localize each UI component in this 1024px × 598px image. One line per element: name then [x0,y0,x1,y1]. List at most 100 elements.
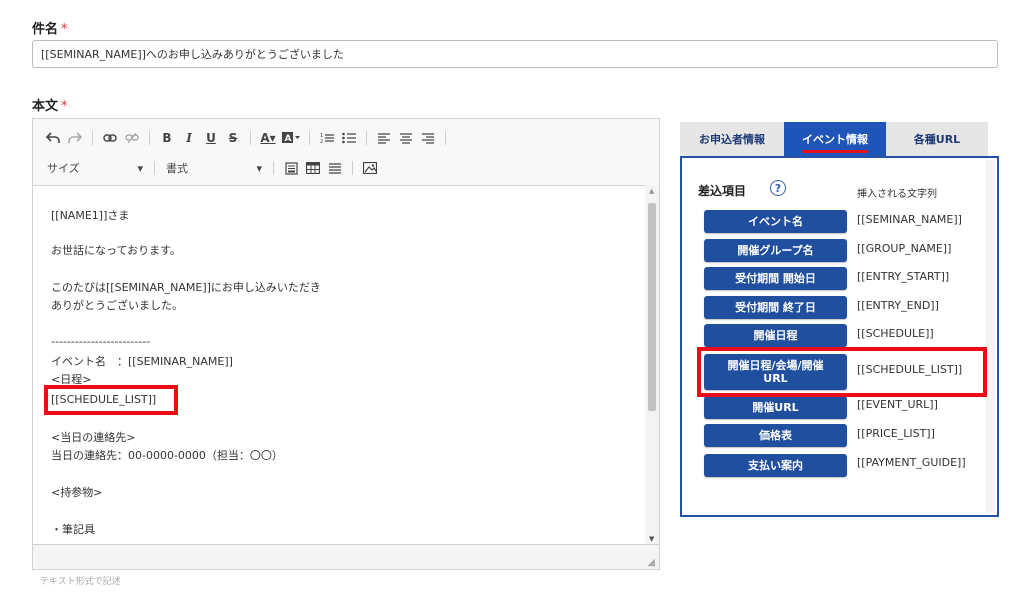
resize-handle-icon[interactable]: ◢ [647,557,655,568]
toolbar-separator [309,131,310,145]
body-line: ------------------------- [51,335,151,348]
svg-text:2: 2 [320,139,323,144]
link-icon[interactable] [100,128,120,148]
subject-label-text: 件名 [32,22,59,37]
tab-label: イベント情報 [802,133,868,146]
body-label-text: 本文 [32,99,59,114]
redo-icon[interactable] [65,128,85,148]
variable-button-label: 受付期間 開始日 [735,272,816,285]
bold-icon[interactable]: B [157,128,177,148]
align-center-icon[interactable] [396,128,416,148]
text-color-icon[interactable]: A▾ [258,128,278,148]
panel-scrollbar[interactable] [986,160,995,513]
body-line: このたびは[[SEMINAR_NAME]]にお申し込みいただき [51,281,321,294]
toolbar-separator [445,131,446,145]
tab-applicant-info[interactable]: お申込者情報 [680,122,784,156]
variable-button-label: 受付期間 終了日 [735,301,816,314]
insert-price-list-button[interactable]: 価格表 [704,424,847,447]
body-line: 当日の連絡先：00-0000-0000（担当：〇〇） [51,449,283,462]
highlight-box [44,385,178,415]
variable-value: [[ENTRY_END]] [857,299,939,312]
toolbar-separator [149,131,150,145]
body-line: <持参物> [51,486,103,499]
scrollbar-thumb[interactable] [648,203,656,411]
variable-tabs: お申込者情報 イベント情報 各種URL [680,122,988,156]
editor-scrollbar[interactable]: ▲ ▼ [645,185,659,545]
toolbar-separator [92,131,93,145]
svg-text:A: A [285,134,292,144]
body-line: [[NAME1]]さま [51,209,130,222]
editor-content[interactable]: [[NAME1]]さま お世話になっております。 このたびは[[SEMINAR_… [33,185,645,545]
insert-entry-start-button[interactable]: 受付期間 開始日 [704,267,847,290]
required-mark: * [61,99,68,114]
toolbar-separator [273,161,274,175]
font-size-label: サイズ [47,162,80,175]
strikethrough-icon[interactable]: S [223,128,243,148]
image-icon[interactable] [360,158,380,178]
align-left-icon[interactable] [374,128,394,148]
variable-value: [[GROUP_NAME]] [857,242,952,255]
chevron-down-icon: ▾ [256,161,262,175]
editor-toolbar: B I U S A▾ A 12 サイズ ▾ 書式 ▾ [33,119,659,186]
format-select[interactable]: 書式 ▾ [162,158,266,178]
insert-payment-guide-button[interactable]: 支払い案内 [704,454,847,477]
toolbar-row-1: B I U S A▾ A 12 [43,127,451,149]
subject-input[interactable] [32,40,998,68]
scroll-down-icon[interactable]: ▼ [649,535,654,543]
numbered-list-icon[interactable]: 12 [317,128,337,148]
bulleted-list-icon[interactable] [339,128,359,148]
insert-event-name-button[interactable]: イベント名 [704,210,847,233]
variable-button-label: イベント名 [748,215,803,228]
scroll-up-icon[interactable]: ▲ [649,187,654,195]
align-right-icon[interactable] [418,128,438,148]
italic-icon[interactable]: I [179,128,199,148]
insert-group-name-button[interactable]: 開催グループ名 [704,239,847,262]
tab-event-info[interactable]: イベント情報 [784,122,886,156]
highlight-box [697,347,987,397]
horizontal-line-icon[interactable] [325,158,345,178]
body-line: イベント名 ：[[SEMINAR_NAME]] [51,355,233,368]
table-icon[interactable] [303,158,323,178]
chevron-down-icon: ▾ [137,161,143,175]
variable-button-label: 開催URL [752,401,799,414]
variable-value: [[PRICE_LIST]] [857,427,935,440]
underline-icon[interactable]: U [201,128,221,148]
required-mark: * [61,22,68,37]
tab-urls[interactable]: 各種URL [886,122,988,156]
insert-event-url-button[interactable]: 開催URL [704,396,847,419]
variable-button-label: 開催日程 [753,329,798,342]
body-line: お世話になっております。 [51,244,182,257]
undo-icon[interactable] [43,128,63,148]
body-line: ・筆記具 [51,523,95,536]
toolbar-separator [352,161,353,175]
format-hint: テキスト形式で記述 [40,577,121,587]
variable-value: [[EVENT_URL]] [857,398,938,411]
toolbar-separator [154,161,155,175]
format-label: 書式 [166,162,188,175]
variable-button-label: 開催グループ名 [737,244,814,257]
variable-value: [[ENTRY_START]] [857,270,950,283]
body-label: 本文 * [32,95,68,114]
toolbar-separator [366,131,367,145]
insert-schedule-button[interactable]: 開催日程 [704,324,847,347]
font-size-select[interactable]: サイズ ▾ [43,158,147,178]
tab-label: 各種URL [913,133,961,146]
background-color-icon[interactable]: A [280,128,302,148]
body-line: ありがとうございました。 [51,299,183,312]
tab-label: お申込者情報 [699,133,765,146]
variable-value: [[SCHEDULE]] [857,327,934,340]
variables-heading: 差込項目 [698,184,747,198]
variable-value: [[SEMINAR_NAME]] [857,213,962,226]
editor-statusbar: ◢ [33,544,659,569]
active-tab-underline [802,150,868,153]
question-circle-icon[interactable]: ? [770,180,786,196]
toolbar-row-2: サイズ ▾ 書式 ▾ [43,157,380,179]
variable-button-label: 支払い案内 [748,459,803,472]
unlink-icon[interactable] [122,128,142,148]
inserted-string-column-label: 挿入される文字列 [857,189,937,200]
variable-value: [[PAYMENT_GUIDE]] [857,456,966,469]
subject-label: 件名 * [32,18,68,37]
template-icon[interactable] [281,158,301,178]
body-line: <当日の連絡先> [51,431,136,444]
insert-entry-end-button[interactable]: 受付期間 終了日 [704,296,847,319]
